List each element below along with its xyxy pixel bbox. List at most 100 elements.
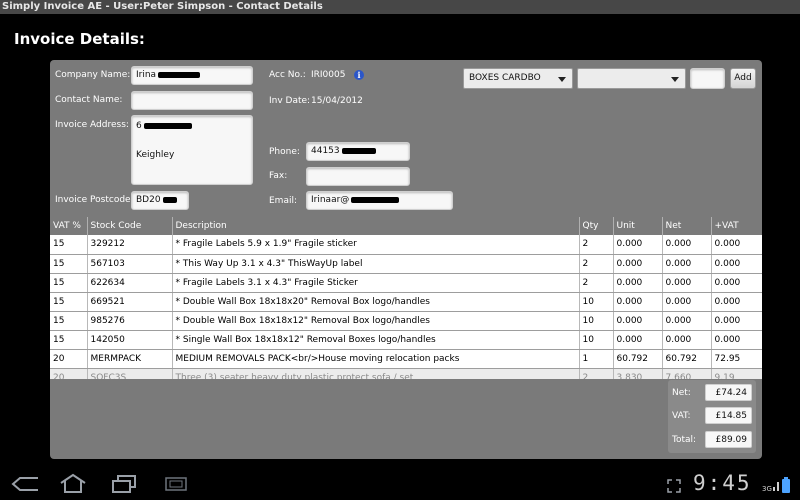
table-cell: 3.830	[613, 368, 663, 379]
acc-no-label: Acc No.:	[269, 70, 306, 80]
signal-icon	[773, 482, 779, 491]
table-cell: 10	[579, 292, 614, 312]
fax-field[interactable]	[306, 167, 410, 186]
table-cell: 0.000	[613, 330, 663, 350]
home-icon[interactable]	[58, 472, 88, 494]
page-heading: Invoice Details:	[14, 30, 145, 48]
totals-box: Net: £74.24 VAT: £14.85 Total: £89.09	[668, 380, 756, 453]
table-cell: 15	[50, 235, 88, 255]
table-header-row: VAT % Stock Code Description Qty Unit Ne…	[50, 217, 762, 235]
back-icon[interactable]	[10, 475, 40, 493]
table-cell: 2	[579, 273, 614, 293]
invoice-postcode-label: Invoice Postcode:	[55, 195, 134, 205]
table-row[interactable]: 15 985276 * Double Wall Box 18x18x12" Re…	[50, 311, 762, 331]
table-cell: 0.000	[613, 311, 663, 331]
items-table: VAT % Stock Code Description Qty Unit Ne…	[50, 217, 762, 379]
table-cell: 0.000	[613, 292, 663, 312]
info-icon[interactable]: i	[354, 70, 364, 80]
table-cell: 0.000	[662, 311, 712, 331]
column-header: Qty	[579, 217, 614, 235]
expand-icon[interactable]	[666, 478, 682, 494]
table-cell: * Double Wall Box 18x18x12" Removal Box …	[172, 311, 580, 331]
address-line-1: 6	[136, 121, 142, 131]
add-button[interactable]: Add	[730, 68, 756, 89]
table-cell: 9.19	[711, 368, 762, 379]
table-cell: 72.95	[711, 349, 762, 369]
table-cell: 2	[579, 254, 614, 274]
category-dropdown-value: BOXES CARDBO	[469, 73, 541, 83]
table-cell: * This Way Up 3.1 x 4.3" ThisWayUp label	[172, 254, 580, 274]
table-cell: 0.000	[711, 330, 762, 350]
table-cell: 567103	[87, 254, 173, 274]
table-cell: 0.000	[662, 273, 712, 293]
table-cell: 15	[50, 311, 88, 331]
column-header: +VAT	[711, 217, 762, 235]
company-name-field[interactable]: Irina	[131, 66, 253, 85]
invoice-postcode-field[interactable]: BD20	[131, 191, 189, 210]
screenshot-icon[interactable]	[164, 476, 188, 492]
table-cell: 2	[579, 368, 614, 379]
table-cell: 60.792	[613, 349, 663, 369]
table-cell: 0.000	[662, 292, 712, 312]
table-cell: 0.000	[711, 311, 762, 331]
table-cell: 2	[579, 235, 614, 255]
table-cell: 60.792	[662, 349, 712, 369]
email-field[interactable]: Irinaar@	[306, 191, 453, 210]
table-cell: 1	[579, 349, 614, 369]
items-table-container[interactable]: VAT % Stock Code Description Qty Unit Ne…	[50, 217, 762, 379]
table-cell: 0.000	[711, 254, 762, 274]
product-dropdown[interactable]	[577, 68, 686, 89]
contact-name-label: Contact Name:	[55, 95, 123, 105]
table-cell: * Double Wall Box 18x18x20" Removal Box …	[172, 292, 580, 312]
system-navigation-bar	[0, 466, 800, 500]
table-cell: * Fragile Labels 5.9 x 1.9" Fragile stic…	[172, 235, 580, 255]
column-header: Unit	[613, 217, 663, 235]
net-label: Net:	[672, 388, 691, 398]
table-cell: 142050	[87, 330, 173, 350]
contact-name-field[interactable]	[131, 91, 253, 110]
inv-date-value: 15/04/2012	[311, 96, 363, 106]
quantity-input[interactable]	[690, 68, 725, 89]
category-dropdown[interactable]: BOXES CARDBO	[463, 68, 573, 89]
company-name-value: Irina	[136, 70, 157, 80]
invoice-address-label: Invoice Address:	[55, 120, 129, 130]
redaction-mark	[162, 196, 177, 203]
table-cell: * Fragile Labels 3.1 x 4.3" Fragile Stic…	[172, 273, 580, 293]
table-row[interactable]: 15 622634 * Fragile Labels 3.1 x 4.3" Fr…	[50, 273, 762, 293]
table-cell: MERMPACK	[87, 349, 173, 369]
table-cell: 15	[50, 292, 88, 312]
table-cell: 0.000	[662, 235, 712, 255]
acc-no-value: IRI0005	[311, 70, 346, 80]
table-row[interactable]: 15 567103 * This Way Up 3.1 x 4.3" ThisW…	[50, 254, 762, 274]
table-cell: 0.000	[613, 273, 663, 293]
table-cell: 985276	[87, 311, 173, 331]
table-row[interactable]: 20 SOFC3S Three (3) seater heavy duty pl…	[50, 368, 762, 379]
phone-field[interactable]: 44153	[306, 142, 410, 161]
table-cell: 20	[50, 368, 88, 379]
total-label: Total:	[672, 435, 697, 445]
chevron-down-icon	[558, 77, 566, 82]
table-cell: 622634	[87, 273, 173, 293]
table-cell: 10	[579, 330, 614, 350]
table-cell: 10	[579, 311, 614, 331]
column-header: Net	[662, 217, 712, 235]
vat-label: VAT:	[672, 411, 691, 421]
invoice-address-field[interactable]: 6 Keighley	[131, 115, 253, 185]
email-label: Email:	[269, 196, 298, 206]
column-header: Description	[172, 217, 580, 235]
table-row[interactable]: 20 MERMPACK MEDIUM REMOVALS PACK<br/>Hou…	[50, 349, 762, 369]
recent-apps-icon[interactable]	[110, 474, 138, 494]
window-title: Simply Invoice AE - User:Peter Simpson -…	[0, 0, 800, 14]
table-cell: Three (3) seater heavy duty plastic prot…	[172, 368, 580, 379]
table-row[interactable]: 15 329212 * Fragile Labels 5.9 x 1.9" Fr…	[50, 235, 762, 255]
table-cell: * Single Wall Box 18x18x12" Removal Boxe…	[172, 330, 580, 350]
table-cell: 20	[50, 349, 88, 369]
battery-icon	[782, 477, 790, 493]
table-row[interactable]: 15 142050 * Single Wall Box 18x18x12" Re…	[50, 330, 762, 350]
table-cell: 0.000	[613, 235, 663, 255]
redaction-mark	[341, 147, 376, 154]
table-row[interactable]: 15 669521 * Double Wall Box 18x18x20" Re…	[50, 292, 762, 312]
phone-label: Phone:	[269, 147, 300, 157]
table-cell: 669521	[87, 292, 173, 312]
address-line-2: Keighley	[136, 150, 175, 160]
